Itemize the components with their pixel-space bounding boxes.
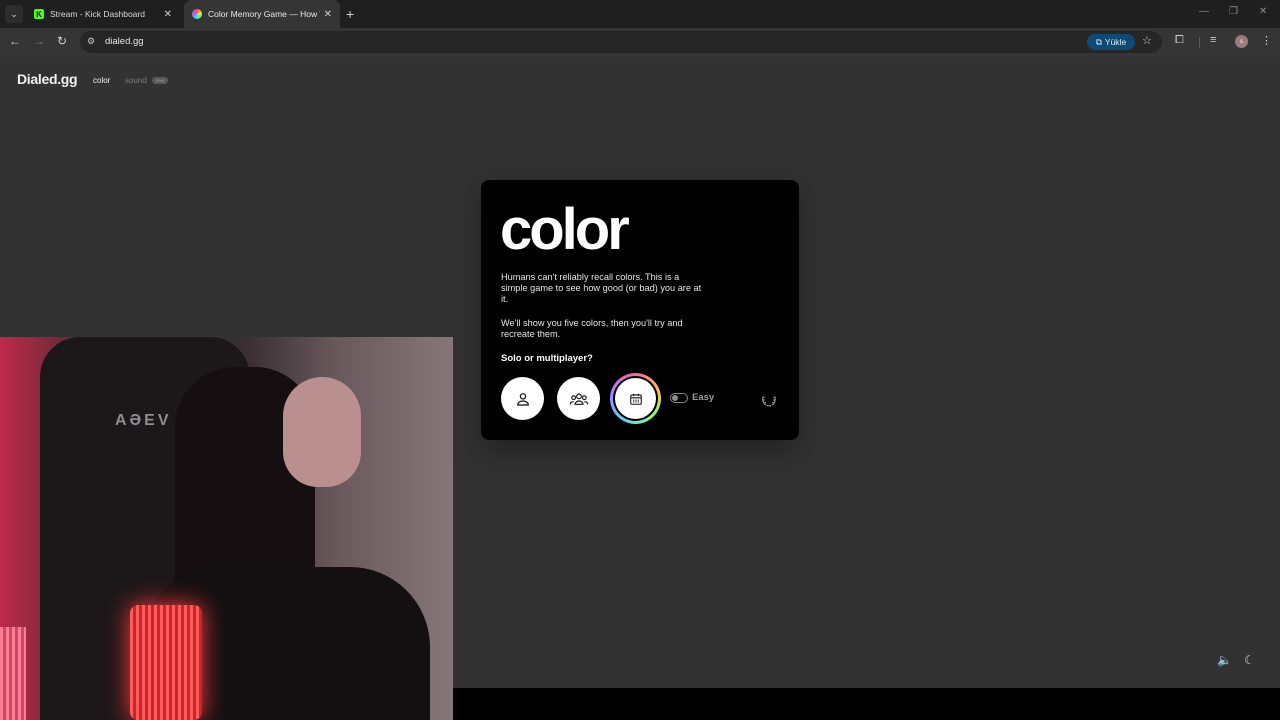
radiator-light xyxy=(0,627,26,720)
solo-mode-button[interactable] xyxy=(501,377,544,420)
multiplayer-mode-button[interactable] xyxy=(557,377,600,420)
mode-question: Solo or multiplayer? xyxy=(501,353,593,364)
intro-text: Humans can't reliably recall colors. Thi… xyxy=(501,272,702,305)
browser-toolbar: ← → ↻ ⚙ dialed.gg ⧉ Yükle ☆ ⧠ ≡ s ⋮ xyxy=(0,28,1280,57)
nav-link-sound[interactable]: sound xyxy=(125,76,147,85)
toggle-knob xyxy=(672,395,678,401)
tab-color-memory-game[interactable]: Color Memory Game — How W ✕ xyxy=(184,0,340,28)
reload-icon[interactable]: ↻ xyxy=(54,34,70,48)
close-tab-icon[interactable]: ✕ xyxy=(164,9,172,20)
instructions-text: We'll show you five colors, then you'll … xyxy=(501,318,683,340)
game-title: color xyxy=(500,197,630,262)
chair-logo-text: AƏEV xyxy=(115,412,172,429)
forward-icon[interactable]: → xyxy=(31,34,47,48)
install-app-button[interactable]: ⧉ Yükle xyxy=(1087,34,1135,50)
restore-icon[interactable]: ❐ xyxy=(1229,6,1238,17)
nav-link-color[interactable]: color xyxy=(93,76,110,85)
difficulty-toggle[interactable] xyxy=(670,393,688,403)
minimize-icon[interactable]: — xyxy=(1199,6,1209,17)
browser-menu-icon[interactable]: ⋮ xyxy=(1261,34,1272,47)
site-info-icon[interactable]: ⚙ xyxy=(87,36,95,47)
bookmark-star-icon[interactable]: ☆ xyxy=(1142,34,1152,47)
install-label: Yükle xyxy=(1104,37,1127,47)
color-wheel-icon xyxy=(192,9,202,19)
media-controls-icon[interactable]: ≡ xyxy=(1210,34,1216,46)
tab-strip: ⌄ K Stream - Kick Dashboard ✕ Color Memo… xyxy=(0,0,1280,28)
overlay-bottom-bar xyxy=(453,688,1280,720)
streamer-face xyxy=(283,377,361,487)
daily-ring-gap xyxy=(613,376,658,421)
difficulty-label: Easy xyxy=(692,392,715,403)
tab-title: Stream - Kick Dashboard xyxy=(50,9,145,19)
new-badge: new xyxy=(152,77,168,84)
tab-search-button[interactable]: ⌄ xyxy=(5,5,23,23)
extensions-icon[interactable]: ⧠ xyxy=(1175,34,1184,47)
volume-icon[interactable]: 🔈 xyxy=(1217,653,1232,667)
toolbar-divider xyxy=(1199,37,1200,48)
close-tab-icon[interactable]: ✕ xyxy=(324,9,332,20)
page-content: Dialed.gg color sound new color Humans c… xyxy=(0,57,1280,720)
tab-title: Color Memory Game — How W xyxy=(208,9,320,19)
kick-icon: K xyxy=(34,9,44,19)
laurel-leaderboard-icon[interactable] xyxy=(760,390,778,408)
close-window-icon[interactable]: ✕ xyxy=(1259,6,1267,17)
profile-avatar[interactable]: s xyxy=(1235,35,1248,48)
webcam-overlay: AƏEV xyxy=(0,337,453,720)
group-icon xyxy=(569,392,588,405)
dark-mode-moon-icon[interactable]: ☾ xyxy=(1244,653,1255,667)
site-logo[interactable]: Dialed.gg xyxy=(17,71,78,87)
install-icon: ⧉ xyxy=(1095,36,1102,47)
person-icon xyxy=(516,392,529,406)
red-lamp xyxy=(130,605,202,720)
address-bar[interactable]: ⚙ dialed.gg ⧉ Yükle ☆ xyxy=(80,31,1162,53)
calendar-icon xyxy=(629,393,642,405)
game-start-card: color Humans can't reliably recall color… xyxy=(481,180,799,440)
url-text: dialed.gg xyxy=(105,36,144,47)
daily-button-face xyxy=(615,378,656,419)
daily-mode-button[interactable] xyxy=(610,373,661,424)
new-tab-button[interactable]: + xyxy=(346,6,354,22)
back-icon[interactable]: ← xyxy=(7,34,23,48)
tab-kick-dashboard[interactable]: K Stream - Kick Dashboard ✕ xyxy=(26,0,180,28)
